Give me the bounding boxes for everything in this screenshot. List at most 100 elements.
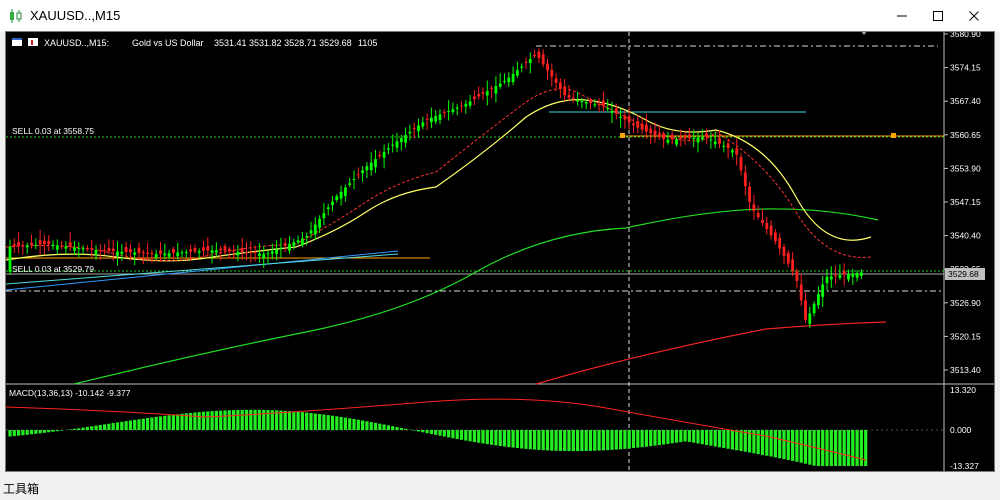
chart-window[interactable]: XAUUSD..,M15: Gold vs US Dollar 3531.41 … xyxy=(5,31,995,472)
macd-bar xyxy=(124,421,128,430)
macd-bar xyxy=(425,430,429,434)
macd-bar xyxy=(176,414,180,430)
macd-bar xyxy=(447,430,451,438)
candle-body xyxy=(189,249,192,252)
chart-table-icon-bar xyxy=(12,38,22,40)
price-axis: 3580.90 3574.15 3567.40 3560.65 3553.90 3547.… xyxy=(944,32,981,375)
macd-bar xyxy=(399,427,403,430)
macd-bar xyxy=(232,410,236,430)
moving-average-slow xyxy=(6,99,872,262)
moving-average-long xyxy=(73,208,879,385)
candle-body xyxy=(640,123,644,130)
chart-shift-marker[interactable] xyxy=(861,32,867,35)
candle-body xyxy=(356,174,360,176)
macd-bar xyxy=(623,430,627,449)
candlestick-series[interactable] xyxy=(8,48,863,329)
candle-body xyxy=(438,114,442,121)
macd-bar xyxy=(120,421,124,430)
candle-body xyxy=(430,117,433,123)
order-marker[interactable] xyxy=(620,133,625,138)
candle-body xyxy=(563,86,567,96)
macd-bar xyxy=(791,430,795,461)
maximize-button[interactable] xyxy=(927,6,949,26)
macd-bar xyxy=(597,430,601,451)
candle-body xyxy=(339,191,343,199)
macd-bar xyxy=(653,430,657,446)
candle-body xyxy=(30,242,33,246)
macd-bar xyxy=(167,415,171,430)
candle-body xyxy=(627,116,631,123)
candle-body xyxy=(60,245,63,247)
price-axis-label: 3553.90 xyxy=(950,163,981,173)
order-marker[interactable] xyxy=(891,133,896,138)
candle-body xyxy=(722,145,726,147)
macd-bar xyxy=(451,430,455,439)
macd-bar xyxy=(619,430,623,450)
candle-body xyxy=(227,248,231,252)
macd-bar xyxy=(554,430,558,451)
minimize-button[interactable] xyxy=(891,6,913,26)
macd-bar xyxy=(683,430,687,442)
macd-bar xyxy=(640,430,644,448)
macd-bar xyxy=(330,415,335,430)
candle-body xyxy=(791,259,794,272)
candle-body xyxy=(391,144,395,146)
macd-bar xyxy=(511,430,515,448)
candle-body xyxy=(25,245,29,248)
candle-body xyxy=(219,248,223,251)
candle-body xyxy=(129,249,132,253)
candle-body xyxy=(34,244,38,246)
macd-bar xyxy=(68,429,72,430)
candle-body xyxy=(133,252,137,255)
close-button[interactable] xyxy=(963,6,985,26)
candle-body xyxy=(408,131,412,134)
candle-body xyxy=(81,248,85,250)
candle-body xyxy=(382,151,386,158)
candle-body xyxy=(675,139,678,145)
macd-bar xyxy=(193,412,197,430)
candle-body xyxy=(541,54,545,65)
macd-bar xyxy=(206,411,210,430)
macd-bar xyxy=(485,430,489,445)
macd-bar xyxy=(29,430,34,435)
macd-bar xyxy=(34,430,38,434)
candle-body xyxy=(726,143,730,149)
candle-body xyxy=(270,251,274,254)
candle-body xyxy=(610,111,614,113)
candle-body xyxy=(223,246,227,251)
macd-bar xyxy=(679,430,683,443)
candle-body xyxy=(769,225,773,236)
price-chart[interactable]: XAUUSD..,M15: Gold vs US Dollar 3531.41 … xyxy=(6,32,994,471)
candle-body xyxy=(206,245,210,251)
candle-body xyxy=(705,133,708,138)
toolbox-label[interactable]: 工具箱 xyxy=(3,480,39,497)
candle-body xyxy=(498,83,502,87)
macd-bar xyxy=(77,428,81,430)
macd-bar xyxy=(395,427,399,430)
candle-body xyxy=(249,252,253,254)
candle-body xyxy=(8,246,12,272)
macd-bar xyxy=(606,430,610,451)
candle-body xyxy=(154,253,158,258)
macd-bar xyxy=(567,430,571,452)
candle-body xyxy=(670,135,674,140)
macd-axis: 13.320 0.000 -13.327 xyxy=(950,385,979,471)
candle-body xyxy=(804,300,807,320)
candle-body xyxy=(829,276,833,280)
macd-bar xyxy=(90,426,94,430)
candle-body xyxy=(159,250,162,254)
macd-bar xyxy=(472,430,476,443)
candle-body xyxy=(679,136,683,139)
candle-body xyxy=(73,247,76,251)
macd-bar xyxy=(146,418,150,430)
candle-body xyxy=(275,249,278,254)
candle-body xyxy=(649,128,653,134)
macd-bar xyxy=(442,430,446,437)
candle-body xyxy=(786,252,790,264)
candle-body xyxy=(739,157,743,171)
price-axis-label: 3513.40 xyxy=(950,365,981,375)
macd-bar xyxy=(343,417,347,430)
candle-body xyxy=(537,51,541,59)
candle-body xyxy=(51,244,55,247)
price-axis-label: 3547.15 xyxy=(950,197,981,207)
